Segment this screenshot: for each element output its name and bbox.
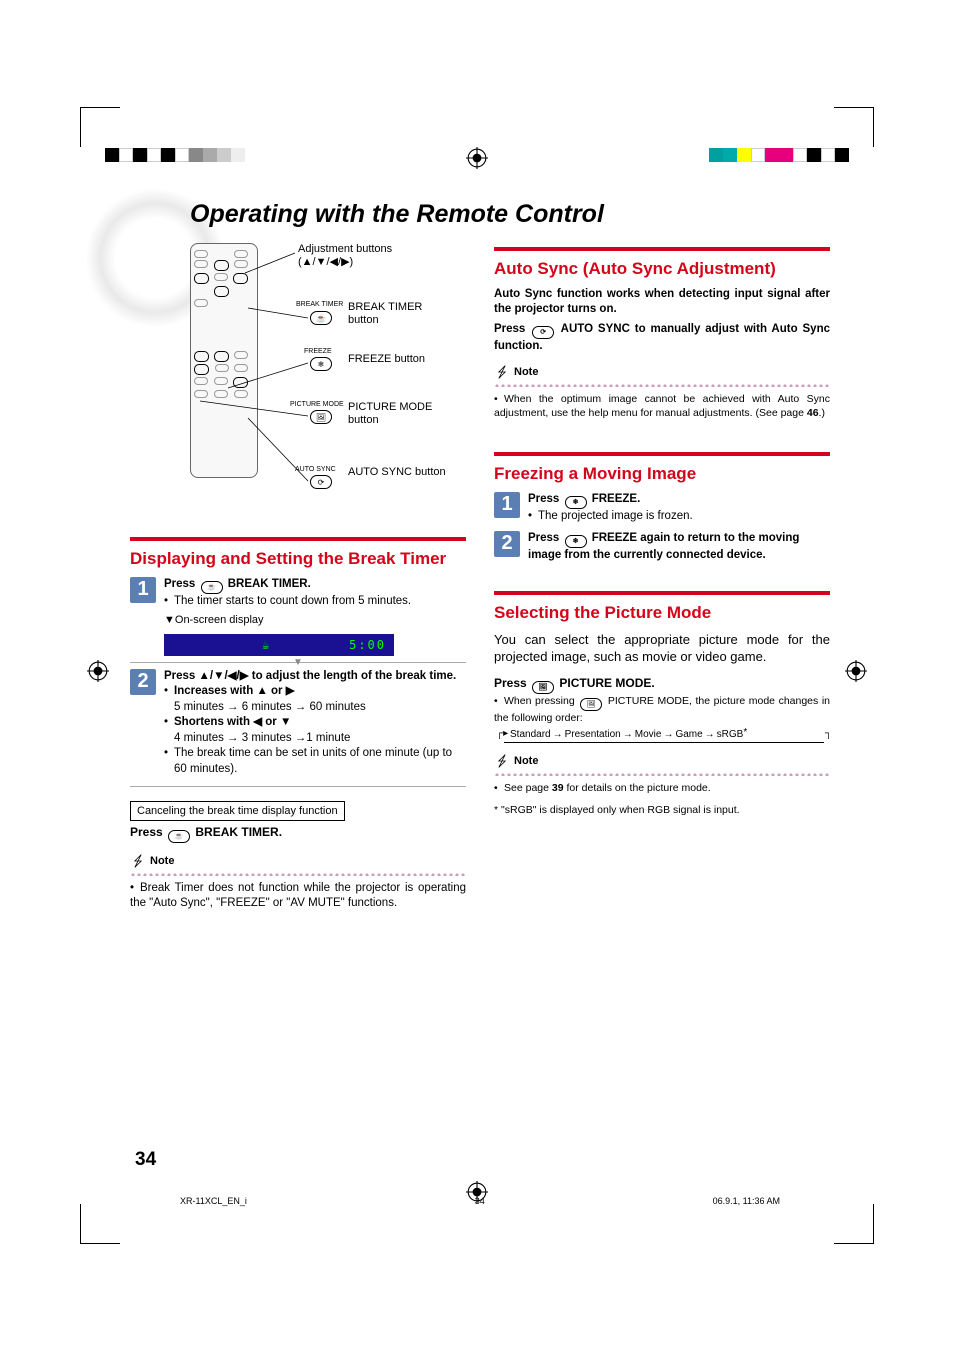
break-timer-button-icon: ☕ bbox=[201, 581, 223, 594]
srgb-footnote: * "sRGB" is displayed only when RGB sign… bbox=[494, 803, 830, 817]
registration-target-icon bbox=[845, 660, 867, 687]
freeze-button-icon: ❄ bbox=[565, 535, 587, 548]
auto-sync-title: Auto Sync (Auto Sync Adjustment) bbox=[494, 259, 830, 279]
auto-sync-press: Press ⟳ AUTO SYNC to manually adjust wit… bbox=[494, 322, 830, 355]
picture-mode-intro: You can select the appropriate picture m… bbox=[494, 631, 830, 666]
step1-heading: Press ☕ BREAK TIMER. bbox=[164, 577, 466, 594]
step-number: 1 bbox=[130, 577, 156, 603]
picture-mode-title: Selecting the Picture Mode bbox=[494, 603, 830, 623]
note-heading: Note bbox=[130, 853, 466, 869]
footer-right: 06.9.1, 11:36 AM bbox=[713, 1196, 780, 1206]
section-rule bbox=[494, 591, 830, 595]
note-icon bbox=[494, 364, 510, 380]
freeze-step1-bullet: The projected image is frozen. bbox=[538, 509, 693, 525]
freeze-step2-head: Press ❄ FREEZE again to return to the mo… bbox=[528, 531, 830, 564]
down-arrow-icon: ▼ bbox=[293, 657, 303, 668]
dotted-rule bbox=[494, 382, 830, 387]
picture-mode-button-icon: 🖼 bbox=[532, 681, 554, 694]
step-number: 2 bbox=[494, 531, 520, 557]
step2-inc-body: 5 minutes → 6 minutes → 60 minutes bbox=[174, 701, 366, 713]
section-rule bbox=[130, 537, 466, 541]
picture-mode-bullet: •When pressing 🖼 PICTURE MODE, the pictu… bbox=[494, 694, 830, 725]
note-icon bbox=[494, 753, 510, 769]
crop-mark bbox=[834, 107, 874, 147]
dotted-rule bbox=[130, 871, 466, 876]
note-body: •Break Timer does not function while the… bbox=[130, 881, 466, 912]
freeze-button-icon: ❄ bbox=[565, 496, 587, 509]
osd-label: ▼On-screen display bbox=[164, 613, 466, 628]
note-icon bbox=[130, 853, 146, 869]
step2-bullet3: The break time can be set in units of on… bbox=[174, 746, 466, 777]
registration-target-icon bbox=[466, 147, 488, 174]
crop-mark bbox=[80, 107, 120, 147]
note-heading: Note bbox=[494, 753, 830, 769]
page-title: Operating with the Remote Control bbox=[190, 200, 830, 229]
crop-mark bbox=[80, 1204, 120, 1244]
registration-target-icon bbox=[87, 660, 109, 687]
picture-mode-press: Press 🖼 PICTURE MODE. bbox=[494, 676, 830, 694]
picture-mode-cycle: ┌▸ Standard→Presentation→Movie→Game→sRGB… bbox=[498, 729, 830, 743]
break-timer-title: Displaying and Setting the Break Timer bbox=[130, 549, 466, 569]
step2-inc-head: Increases with ▲ or ▶ bbox=[174, 685, 295, 697]
dotted-rule bbox=[494, 771, 830, 776]
print-footer: XR-11XCL_EN_i 34 06.9.1, 11:36 AM bbox=[180, 1196, 780, 1206]
cancel-box: Canceling the break time display functio… bbox=[130, 801, 345, 821]
step1-bullet: The timer starts to count down from 5 mi… bbox=[174, 594, 411, 610]
remote-diagram: Adjustment buttons (▲/▼/◀/▶) BREAK TIMER… bbox=[130, 243, 450, 533]
cup-icon: ☕ bbox=[262, 638, 271, 652]
step2-dec-head: Shortens with ◀ or ▼ bbox=[174, 716, 291, 728]
step-number: 1 bbox=[494, 492, 520, 518]
step-2: 2 Press ▲/▼/◀/▶ to adjust the length of … bbox=[130, 669, 466, 778]
freeze-step-2: 2 Press ❄ FREEZE again to return to the … bbox=[494, 531, 830, 564]
picture-mode-note-body: •See page 39 for details on the picture … bbox=[494, 781, 830, 795]
step-number: 2 bbox=[130, 669, 156, 695]
osd-value: 5:00 bbox=[349, 638, 386, 652]
leader-lines bbox=[130, 243, 450, 503]
crop-mark bbox=[834, 1204, 874, 1244]
footer-left: XR-11XCL_EN_i bbox=[180, 1196, 247, 1206]
auto-sync-button-icon: ⟳ bbox=[532, 326, 554, 339]
auto-sync-intro: Auto Sync function works when detecting … bbox=[494, 287, 830, 318]
note-heading: Note bbox=[494, 364, 830, 380]
onscreen-display: ☕ 5:00 bbox=[164, 634, 394, 656]
section-rule bbox=[494, 247, 830, 251]
freeze-step-1: 1 Press ❄ FREEZE. •The projected image i… bbox=[494, 492, 830, 525]
picture-mode-button-icon: 🖼 bbox=[580, 698, 602, 711]
cancel-instruction: Press ☕ BREAK TIMER. bbox=[130, 825, 466, 843]
step2-heading: Press ▲/▼/◀/▶ to adjust the length of th… bbox=[164, 669, 466, 685]
footer-center: 34 bbox=[475, 1196, 485, 1206]
freeze-step1-head: Press ❄ FREEZE. bbox=[528, 492, 830, 509]
section-rule bbox=[494, 452, 830, 456]
page-number: 34 bbox=[135, 1149, 156, 1171]
break-timer-button-icon: ☕ bbox=[168, 830, 190, 843]
auto-sync-note-body: •When the optimum image cannot be achiev… bbox=[494, 392, 830, 420]
freeze-title: Freezing a Moving Image bbox=[494, 464, 830, 484]
step-1: 1 Press ☕ BREAK TIMER. •The timer starts… bbox=[130, 577, 466, 628]
step2-dec-body: 4 minutes → 3 minutes →1 minute bbox=[174, 732, 350, 744]
